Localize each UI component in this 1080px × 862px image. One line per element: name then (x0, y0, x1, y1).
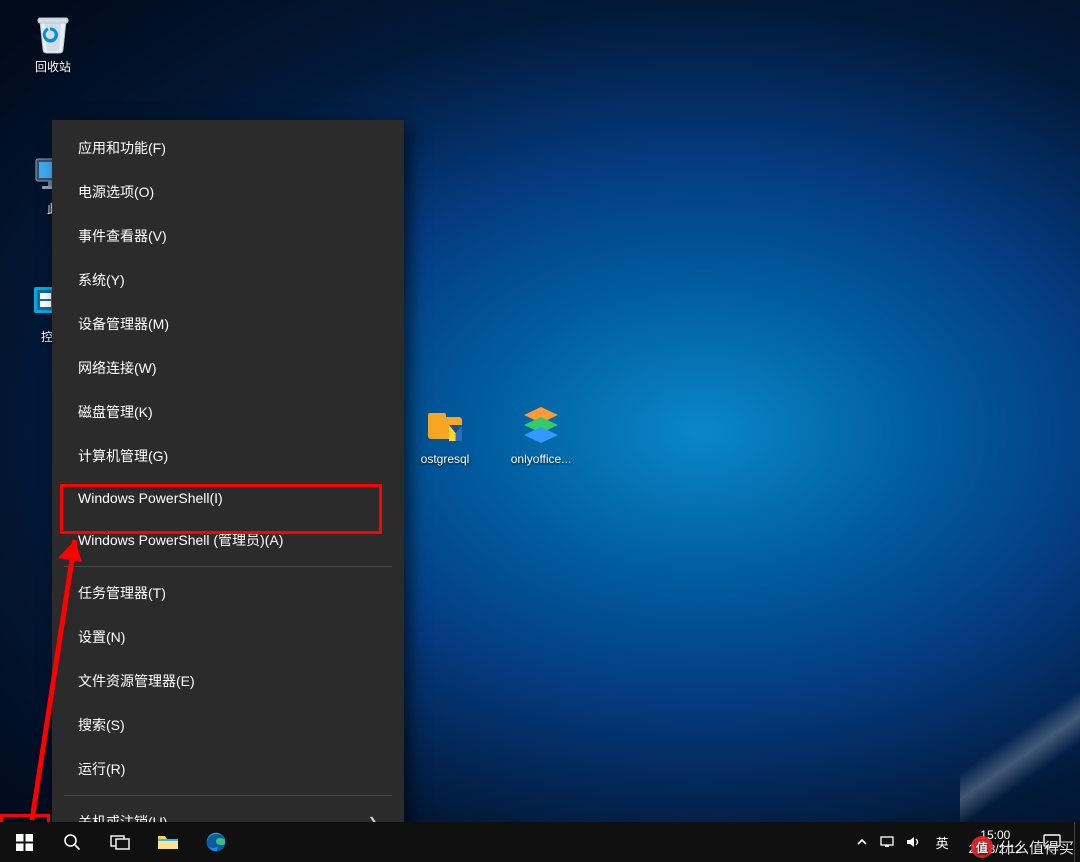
edge-icon (205, 831, 227, 853)
menu-separator (64, 566, 392, 567)
task-view-icon (110, 834, 130, 850)
menu-task-manager[interactable]: 任务管理器(T) (52, 571, 404, 615)
menu-search[interactable]: 搜索(S) (52, 703, 404, 747)
menu-separator (64, 795, 392, 796)
edge-button[interactable] (192, 822, 240, 862)
postgresql-label: ostgresql (404, 452, 486, 468)
watermark: 值 什么值得买 (971, 836, 1074, 858)
volume-icon[interactable] (906, 834, 922, 850)
menu-run[interactable]: 运行(R) (52, 747, 404, 791)
task-view-button[interactable] (96, 822, 144, 862)
menu-powershell[interactable]: Windows PowerShell(I) (52, 478, 404, 518)
ime-indicator[interactable]: 英 (932, 833, 953, 852)
show-desktop-button[interactable] (1074, 822, 1080, 862)
folder-icon (157, 833, 179, 851)
menu-network-connections[interactable]: 网络连接(W) (52, 346, 404, 390)
menu-settings[interactable]: 设置(N) (52, 615, 404, 659)
menu-system[interactable]: 系统(Y) (52, 258, 404, 302)
onlyoffice-icon[interactable]: onlyoffice... (496, 400, 586, 468)
winx-menu: 应用和功能(F) 电源选项(O) 事件查看器(V) 系统(Y) 设备管理器(M)… (52, 120, 404, 862)
menu-event-viewer[interactable]: 事件查看器(V) (52, 214, 404, 258)
file-explorer-button[interactable] (144, 822, 192, 862)
start-button[interactable] (0, 822, 48, 862)
system-tray[interactable]: 英 (846, 822, 961, 862)
recycle-bin-icon[interactable]: 回收站 (14, 8, 92, 76)
menu-device-manager[interactable]: 设备管理器(M) (52, 302, 404, 346)
menu-file-explorer[interactable]: 文件资源管理器(E) (52, 659, 404, 703)
menu-disk-management[interactable]: 磁盘管理(K) (52, 390, 404, 434)
menu-powershell-admin[interactable]: Windows PowerShell (管理员)(A) (52, 518, 404, 562)
watermark-badge: 值 (971, 836, 993, 858)
postgresql-icon[interactable]: ostgresql (404, 400, 486, 468)
taskbar: 英 15:00 2023/2/12 (0, 822, 1080, 862)
search-button[interactable] (48, 822, 96, 862)
search-icon (63, 833, 81, 851)
menu-computer-management[interactable]: 计算机管理(G) (52, 434, 404, 478)
menu-apps-features[interactable]: 应用和功能(F) (52, 126, 404, 170)
recycle-bin-label: 回收站 (14, 60, 92, 76)
onlyoffice-label: onlyoffice... (496, 452, 586, 468)
windows-logo-icon (16, 834, 33, 851)
menu-power-options[interactable]: 电源选项(O) (52, 170, 404, 214)
watermark-text: 什么值得买 (999, 837, 1074, 858)
network-icon[interactable] (880, 834, 896, 850)
tray-chevron-up-icon[interactable] (854, 834, 870, 850)
